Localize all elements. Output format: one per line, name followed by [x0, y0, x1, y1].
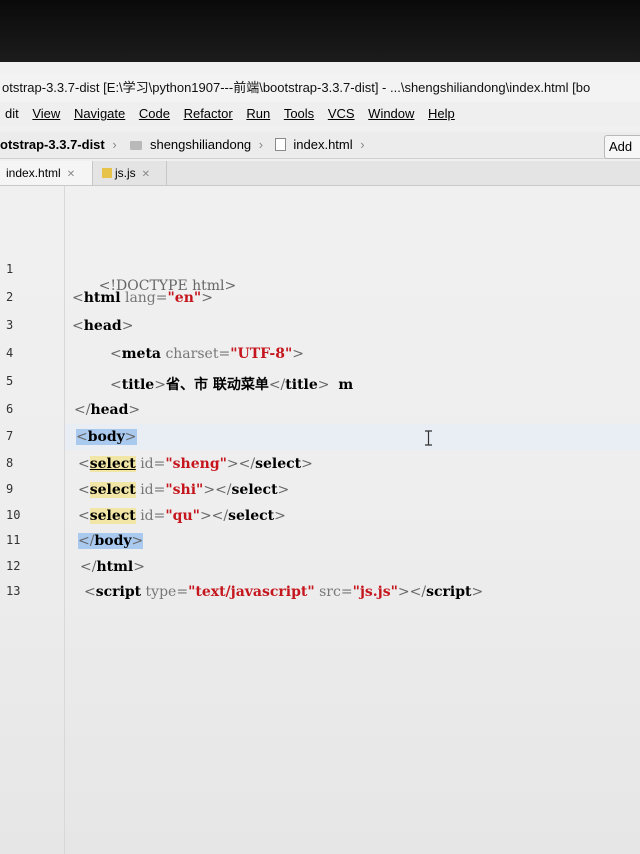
menu-tools[interactable]: Tools	[284, 102, 314, 126]
tag-name: select	[231, 482, 278, 498]
breadcrumb-project[interactable]: otstrap-3.3.7-dist	[0, 132, 105, 158]
tag-name: meta	[121, 346, 161, 362]
line-number: 1	[6, 262, 14, 276]
tag-name: html	[96, 559, 134, 575]
tab-label: index.html	[6, 166, 61, 180]
code-line-8: <select id="sheng"></select>	[78, 456, 313, 472]
attr-name: id=	[140, 456, 166, 472]
breadcrumb: otstrap-3.3.7-dist › shengshiliandong › …	[0, 132, 640, 159]
line-number: 3	[6, 318, 14, 332]
code-line-7: <body>	[76, 429, 137, 445]
code-line-9: <select id="shi"></select>	[78, 482, 290, 498]
attr-name: lang=	[124, 290, 168, 306]
tag-name: head	[83, 318, 122, 334]
editor-tabs: index.html ✕ js.js ✕	[0, 161, 640, 186]
attr-value: "UTF-8"	[230, 346, 293, 362]
code-line-3: <head>	[72, 318, 134, 334]
code-line-4: <meta charset="UTF-8">	[110, 346, 304, 362]
code-line-10: <select id="qu"></select>	[78, 508, 286, 524]
line-number: 10	[6, 508, 21, 522]
attr-name: src=	[319, 584, 353, 600]
line-number: 6	[6, 402, 14, 416]
tab-js-js[interactable]: js.js ✕	[96, 161, 167, 185]
window-title: otstrap-3.3.7-dist [E:\学习\python1907---前…	[0, 74, 640, 102]
attr-value: "js.js"	[352, 584, 398, 600]
attr-value: "en"	[167, 290, 202, 306]
current-line-highlight	[64, 424, 640, 450]
tag-name: body	[94, 533, 132, 549]
close-icon[interactable]: ✕	[142, 169, 150, 180]
tag-name: head	[90, 402, 129, 418]
menu-edit[interactable]: dit	[5, 102, 19, 126]
line-number: 11	[6, 533, 21, 547]
text-cursor-icon	[425, 430, 432, 446]
line-number: 13	[6, 584, 21, 598]
add-configuration-button[interactable]: Add	[604, 135, 640, 159]
menu-navigate[interactable]: Navigate	[74, 102, 125, 126]
menu-view[interactable]: View	[32, 102, 60, 126]
stray-text: m	[338, 377, 354, 393]
tag-name: title	[121, 377, 155, 393]
tag-name: select	[89, 456, 136, 472]
tab-index-html[interactable]: index.html ✕	[0, 161, 93, 185]
line-number: 4	[6, 346, 14, 360]
menu-run[interactable]: Run	[246, 102, 270, 126]
chevron-right-icon: ›	[258, 137, 264, 152]
line-number: 12	[6, 559, 21, 573]
menu-window[interactable]: Window	[368, 102, 414, 126]
code-line-2: <html lang="en">	[72, 290, 213, 306]
breadcrumb-file[interactable]: index.html	[293, 132, 352, 158]
code-line-6: </head>	[74, 402, 141, 418]
menu-code[interactable]: Code	[139, 102, 170, 126]
attr-value: "shi"	[165, 482, 204, 498]
code-line-11: </body>	[78, 533, 144, 549]
chevron-right-icon: ›	[360, 137, 365, 152]
tag-name: html	[83, 290, 121, 306]
tag-name: select	[228, 508, 275, 524]
menu-refactor[interactable]: Refactor	[184, 102, 233, 126]
menu-vcs[interactable]: VCS	[328, 102, 355, 126]
menu-bar: dit View Navigate Code Refactor Run Tool…	[0, 102, 640, 126]
ide-window: otstrap-3.3.7-dist [E:\学习\python1907---前…	[0, 62, 640, 854]
attr-value: "sheng"	[165, 456, 227, 472]
line-number: 9	[6, 482, 14, 496]
folder-icon	[130, 141, 143, 150]
code-editor[interactable]: 1 2 3 4 5 6 7 8 9 10 11 12 13 <!DOCTYPE …	[0, 186, 640, 854]
tag-name: body	[87, 429, 125, 445]
code-line-13: <script type="text/javascript" src="js.j…	[84, 584, 484, 600]
code-line-12: </html>	[80, 559, 145, 575]
code-line-5: <title>省、市 联动菜单</title> m	[110, 377, 354, 393]
close-icon[interactable]: ✕	[67, 169, 75, 180]
attr-value: "text/javascript"	[188, 584, 315, 600]
breadcrumb-folder[interactable]: shengshiliandong	[150, 132, 251, 158]
line-number: 8	[6, 456, 14, 470]
chevron-right-icon: ›	[112, 137, 117, 152]
attr-name: type=	[145, 584, 189, 600]
line-number: 7	[6, 429, 14, 443]
attr-name: charset=	[165, 346, 231, 362]
tag-name: script	[95, 584, 142, 600]
title-text: 省、市 联动菜单	[165, 377, 269, 393]
tag-name: title	[285, 377, 318, 393]
tag-name: select	[89, 508, 136, 524]
js-file-icon	[102, 168, 112, 178]
attr-value: "qu"	[165, 508, 200, 524]
html-file-icon	[274, 138, 286, 151]
monitor-bezel	[0, 0, 640, 62]
tag-name: script	[426, 584, 472, 600]
line-number: 5	[6, 374, 14, 388]
menu-help[interactable]: Help	[428, 102, 455, 126]
line-gutter: 1 2 3 4 5 6 7 8 9 10 11 12 13	[0, 186, 65, 854]
attr-name: id=	[140, 482, 166, 498]
tab-label: js.js	[115, 166, 136, 180]
attr-name: id=	[140, 508, 166, 524]
tag-name: select	[89, 482, 136, 498]
tag-name: select	[255, 456, 302, 472]
line-number: 2	[6, 290, 14, 304]
